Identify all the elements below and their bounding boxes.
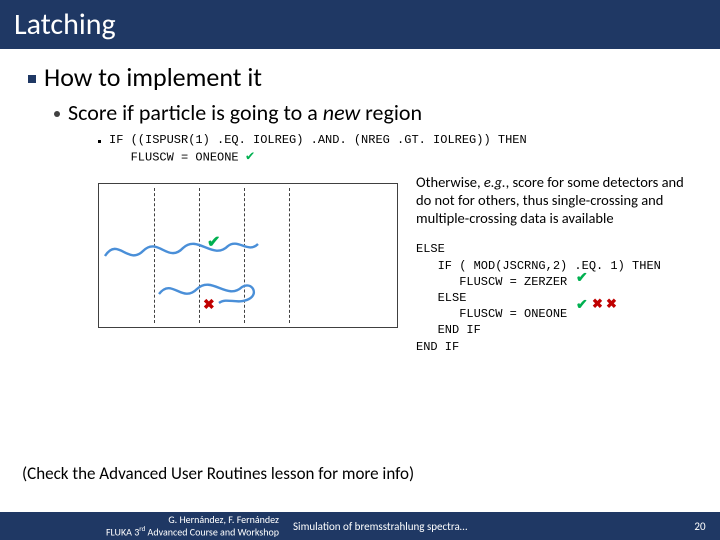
two-column-area: ✔ ✖ Otherwise, e.g., score for some dete… — [98, 173, 692, 355]
subheading-row: Score if particle is going to a new regi… — [54, 99, 692, 126]
para1-pre: Otherwise, — [416, 173, 484, 191]
footer-course: FLUKA 3rd Advanced Course and Workshop — [0, 525, 279, 537]
bullet-dot-icon — [54, 111, 60, 117]
cross-icon: ✖ — [203, 296, 215, 313]
para1-em: e.g. — [484, 173, 506, 191]
code-line-1: IF ((ISPUSR(1) .EQ. IOLREG) .AND. (NREG … — [109, 132, 527, 148]
heading-text: How to implement it — [44, 61, 262, 93]
particle-diagram: ✔ ✖ — [98, 183, 398, 328]
footer-bar: G. Hernández, F. Fernández FLUKA 3rd Adv… — [0, 512, 720, 540]
page-number: 20 — [680, 520, 720, 533]
check-icon: ✔ — [576, 296, 588, 314]
footer-note: (Check the Advanced User Routines lesson… — [22, 463, 414, 484]
subheading-text: Score if particle is going to a new regi… — [68, 99, 422, 126]
code-line-2: FLUSCW = ONEONE — [109, 151, 239, 165]
check-icon: ✔ — [576, 269, 588, 287]
content-area: How to implement it Score if particle is… — [0, 49, 720, 355]
bullet-tiny-icon — [98, 140, 101, 143]
otherwise-paragraph: Otherwise, e.g., score for some detector… — [416, 173, 692, 227]
right-column: Otherwise, e.g., score for some detector… — [416, 173, 692, 355]
heading-row: How to implement it — [28, 61, 692, 93]
slide-title-bar: Latching — [0, 0, 720, 49]
code-block-1: IF ((ISPUSR(1) .EQ. IOLREG) .AND. (NREG … — [109, 132, 527, 167]
check-icon: ✔ — [246, 148, 254, 167]
bullet-square-icon — [28, 75, 36, 83]
footer-mid: Simulation of bremsstrahlung spectra… — [285, 520, 680, 533]
subheading-em: new — [323, 99, 360, 126]
code-line-2-wrap: FLUSCW = ONEONE ✔ — [109, 148, 527, 167]
slide-title: Latching — [14, 6, 116, 43]
footer-left: G. Hernández, F. Fernández FLUKA 3rd Adv… — [0, 514, 285, 537]
code-row-1: IF ((ISPUSR(1) .EQ. IOLREG) .AND. (NREG … — [98, 132, 692, 167]
code-block-2: ELSE IF ( MOD(JSCRNG,2) .EQ. 1) THEN FLU… — [416, 241, 692, 354]
cross-icon: ✖ — [592, 297, 603, 313]
left-column: ✔ ✖ — [98, 173, 398, 355]
cross-icon: ✖ — [606, 297, 617, 313]
subheading-post: region — [360, 99, 422, 126]
check-icon: ✔ — [207, 232, 220, 252]
subheading-pre: Score if particle is going to a — [68, 99, 323, 126]
region-boundary-4 — [289, 188, 290, 323]
code-block-2-wrap: ELSE IF ( MOD(JSCRNG,2) .EQ. 1) THEN FLU… — [416, 241, 692, 354]
